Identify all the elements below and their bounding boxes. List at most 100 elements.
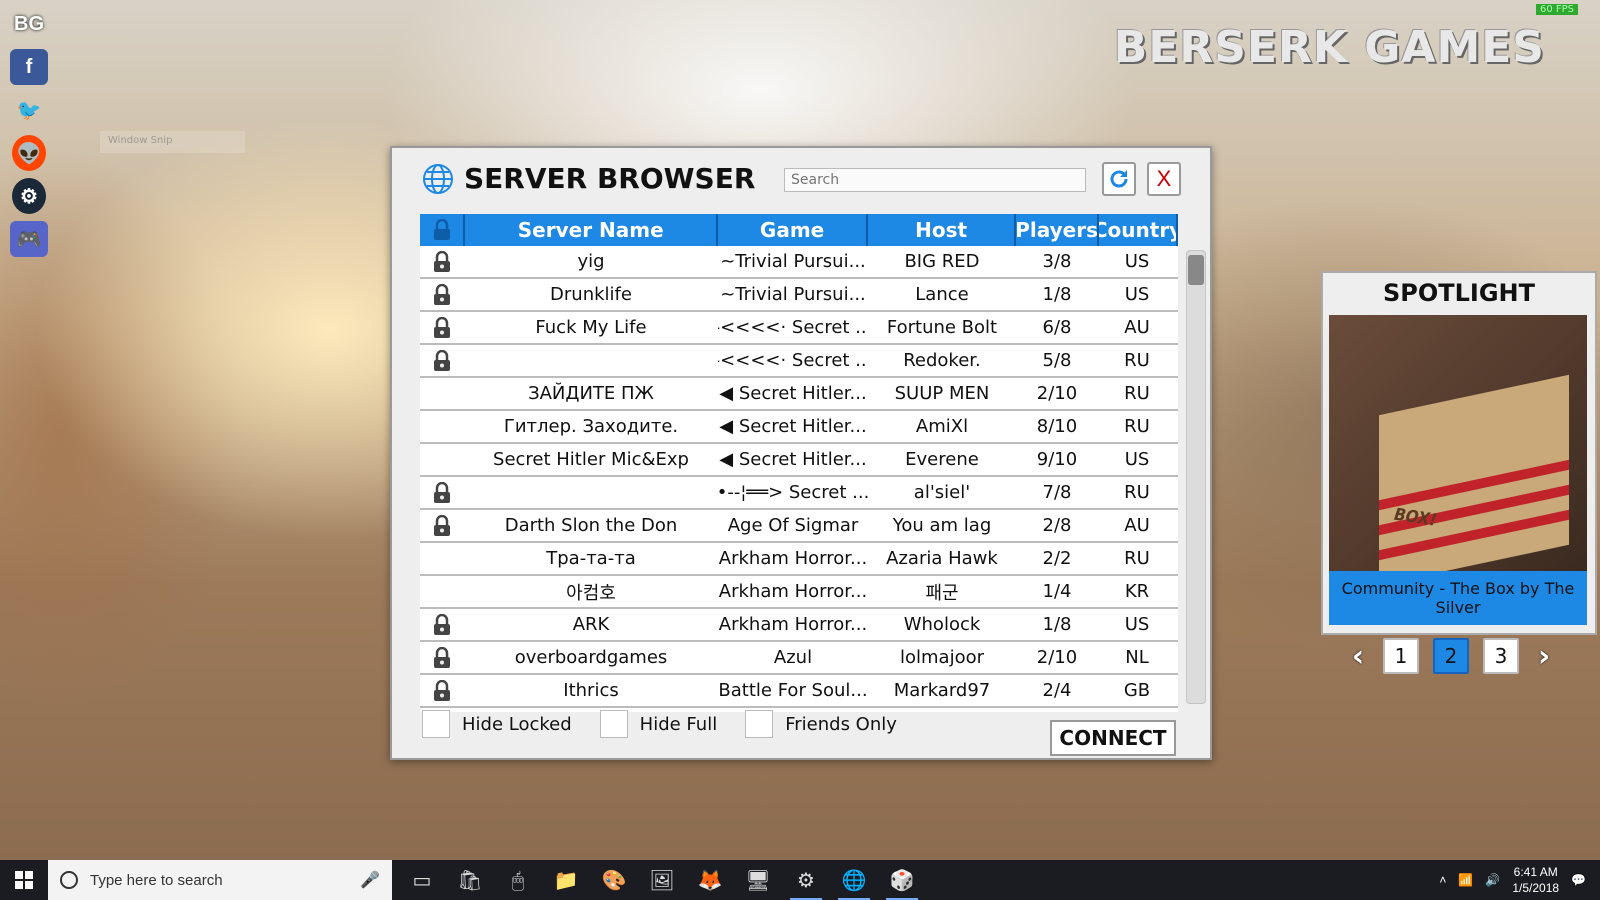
- table-row[interactable]: -<<<<· Secret ... Redoker. 5/8 RU: [420, 345, 1178, 378]
- facebook-icon[interactable]: f: [10, 49, 48, 85]
- table-scrollbar[interactable]: [1186, 250, 1206, 704]
- row-country: RU: [1124, 548, 1150, 569]
- clock[interactable]: 6:41 AM 1/5/2018: [1512, 864, 1559, 896]
- table-row[interactable]: Secret Hitler Mic&Exp ◀ Secret Hitler... E…: [420, 444, 1178, 477]
- row-server-name: 아컴호: [566, 582, 616, 604]
- network-icon[interactable]: 📶: [1458, 873, 1473, 887]
- task-view-icon[interactable]: ▭: [398, 860, 446, 900]
- friends-only-label: Friends Only: [785, 713, 897, 735]
- chevron-up-icon[interactable]: ˄: [1439, 873, 1446, 887]
- file-explorer-icon[interactable]: 📁: [542, 860, 590, 900]
- lock-icon: [434, 613, 450, 635]
- table-row[interactable]: yig ~Trivial Pursui... BIG RED 3/8 US: [420, 246, 1178, 279]
- chrome-icon[interactable]: 🌐: [830, 860, 878, 900]
- windows-icon: [15, 871, 33, 889]
- refresh-button[interactable]: [1102, 162, 1136, 196]
- lock-icon: [434, 481, 450, 503]
- steam-icon[interactable]: ⚙: [12, 178, 46, 214]
- spotlight-caption[interactable]: Community - The Box by The Silver: [1329, 571, 1587, 625]
- row-players: 2/10: [1036, 383, 1078, 404]
- page-1-button[interactable]: 1: [1383, 638, 1419, 674]
- header-lock-column[interactable]: [420, 214, 466, 246]
- remote-desktop-icon[interactable]: 🖥: [734, 860, 782, 900]
- header-country[interactable]: Country: [1099, 214, 1178, 246]
- lock-icon: [434, 679, 450, 701]
- friends-only-checkbox[interactable]: [745, 710, 774, 738]
- header-host[interactable]: Host: [868, 214, 1017, 246]
- hide-locked-filter[interactable]: Hide Locked: [422, 710, 572, 738]
- hide-full-filter[interactable]: Hide Full: [599, 710, 717, 738]
- table-row[interactable]: ARK Arkham Horror... Wholock 1/8 US: [420, 609, 1178, 642]
- table-row[interactable]: overboardgames Azul lolmajoor 2/10 NL: [420, 642, 1178, 675]
- paint-icon[interactable]: 🎨: [590, 860, 638, 900]
- row-country: RU: [1124, 482, 1150, 503]
- chevron-right-icon[interactable]: ›: [1533, 639, 1555, 674]
- row-server-name: Ithrics: [563, 680, 619, 701]
- microphone-icon[interactable]: 🎤: [360, 870, 380, 890]
- tabletop-simulator-icon[interactable]: 🎲: [878, 860, 926, 900]
- cortana-icon: [60, 871, 78, 889]
- row-lock-cell: [420, 279, 464, 310]
- row-country: AU: [1124, 317, 1150, 338]
- close-button[interactable]: X: [1147, 162, 1181, 196]
- row-game: ◀ Secret Hitler...: [719, 449, 867, 470]
- row-server-name: Secret Hitler Mic&Exp: [493, 449, 689, 470]
- row-server-name: yig: [577, 251, 605, 272]
- server-table: Server Name Game Host Players Country yi…: [420, 214, 1178, 712]
- box-picture: BOX!: [1379, 374, 1569, 571]
- table-row[interactable]: Тра-та-та Arkham Horror... Azaria Hawk 2/2 R…: [420, 543, 1178, 576]
- spotlight-image[interactable]: BOX!: [1329, 315, 1587, 571]
- mouse-icon[interactable]: 🖱: [494, 860, 542, 900]
- row-game: ~Trivial Pursui...: [720, 284, 866, 305]
- table-row[interactable]: Гитлер. Заходите. ◀ Secret Hitler... AmiXl…: [420, 411, 1178, 444]
- row-game: Arkham Horror...: [718, 581, 868, 602]
- store-icon[interactable]: 🛍: [446, 860, 494, 900]
- table-body: yig ~Trivial Pursui... BIG RED 3/8 US Drunkli…: [420, 246, 1178, 712]
- header-server-name[interactable]: Server Name: [465, 214, 719, 246]
- row-lock-cell: [420, 576, 464, 607]
- server-browser-window: SERVER BROWSER X Server Name Game Host P…: [390, 146, 1212, 760]
- row-server-name: Fuck My Life: [535, 317, 647, 338]
- header-players[interactable]: Players: [1016, 214, 1100, 246]
- connect-button[interactable]: CONNECT: [1050, 720, 1176, 756]
- table-row[interactable]: Darth Slon the Don Age Of Sigmar You am la…: [420, 510, 1178, 543]
- table-row[interactable]: •--¦══> Secret ... al'siel' 7/8 RU: [420, 477, 1178, 510]
- row-server-name: Drunklife: [550, 284, 632, 305]
- header-game[interactable]: Game: [718, 214, 869, 246]
- discord-icon[interactable]: 🎮: [10, 221, 48, 257]
- bg-logo-icon[interactable]: BG: [10, 6, 48, 42]
- page-2-button[interactable]: 2: [1433, 638, 1469, 674]
- taskbar-apps: ▭ 🛍 🖱 📁 🎨 🖼 🦊 🖥 ⚙ 🌐 🎲: [398, 860, 926, 900]
- row-game: ~Trivial Pursui...: [720, 251, 866, 272]
- chevron-left-icon[interactable]: ‹: [1347, 639, 1369, 674]
- row-players: 3/8: [1042, 251, 1072, 272]
- hide-locked-checkbox[interactable]: [422, 710, 450, 738]
- hide-full-checkbox[interactable]: [599, 710, 628, 738]
- row-server-name: ARK: [572, 614, 610, 635]
- scrollbar-thumb[interactable]: [1188, 255, 1204, 285]
- row-host: Lance: [915, 284, 969, 305]
- table-row[interactable]: ЗАЙДИТЕ ПЖ ◀ Secret Hitler... SUUP MEN 2/10…: [420, 378, 1178, 411]
- social-sidebar: BG f 🐦 👽 ⚙ 🎮: [10, 6, 48, 257]
- steam-taskbar-icon[interactable]: ⚙: [782, 860, 830, 900]
- table-row[interactable]: Fuck My Life -<<<<· Secret ... Fortune Bol…: [420, 312, 1178, 345]
- row-players: 9/10: [1036, 449, 1078, 470]
- twitter-icon[interactable]: 🐦: [10, 92, 48, 128]
- server-search-input[interactable]: [784, 168, 1086, 192]
- row-server-name: ЗАЙДИТЕ ПЖ: [528, 383, 654, 404]
- table-row[interactable]: Drunklife ~Trivial Pursui... Lance 1/8 US: [420, 279, 1178, 312]
- reddit-icon[interactable]: 👽: [12, 135, 46, 171]
- volume-icon[interactable]: 🔊: [1485, 873, 1500, 887]
- taskbar-search[interactable]: Type here to search 🎤: [48, 860, 392, 900]
- row-lock-cell: [420, 642, 464, 673]
- friends-only-filter[interactable]: Friends Only: [745, 710, 897, 738]
- page-3-button[interactable]: 3: [1483, 638, 1519, 674]
- photos-icon[interactable]: 🖼: [638, 860, 686, 900]
- start-button[interactable]: [0, 860, 48, 900]
- hide-locked-label: Hide Locked: [462, 713, 572, 735]
- table-row[interactable]: 아컴호 Arkham Horror... 패군 1/4 KR: [420, 576, 1178, 609]
- row-players: 2/8: [1042, 515, 1072, 536]
- row-country: AU: [1124, 515, 1150, 536]
- notifications-icon[interactable]: 💬: [1571, 873, 1586, 887]
- firefox-icon[interactable]: 🦊: [686, 860, 734, 900]
